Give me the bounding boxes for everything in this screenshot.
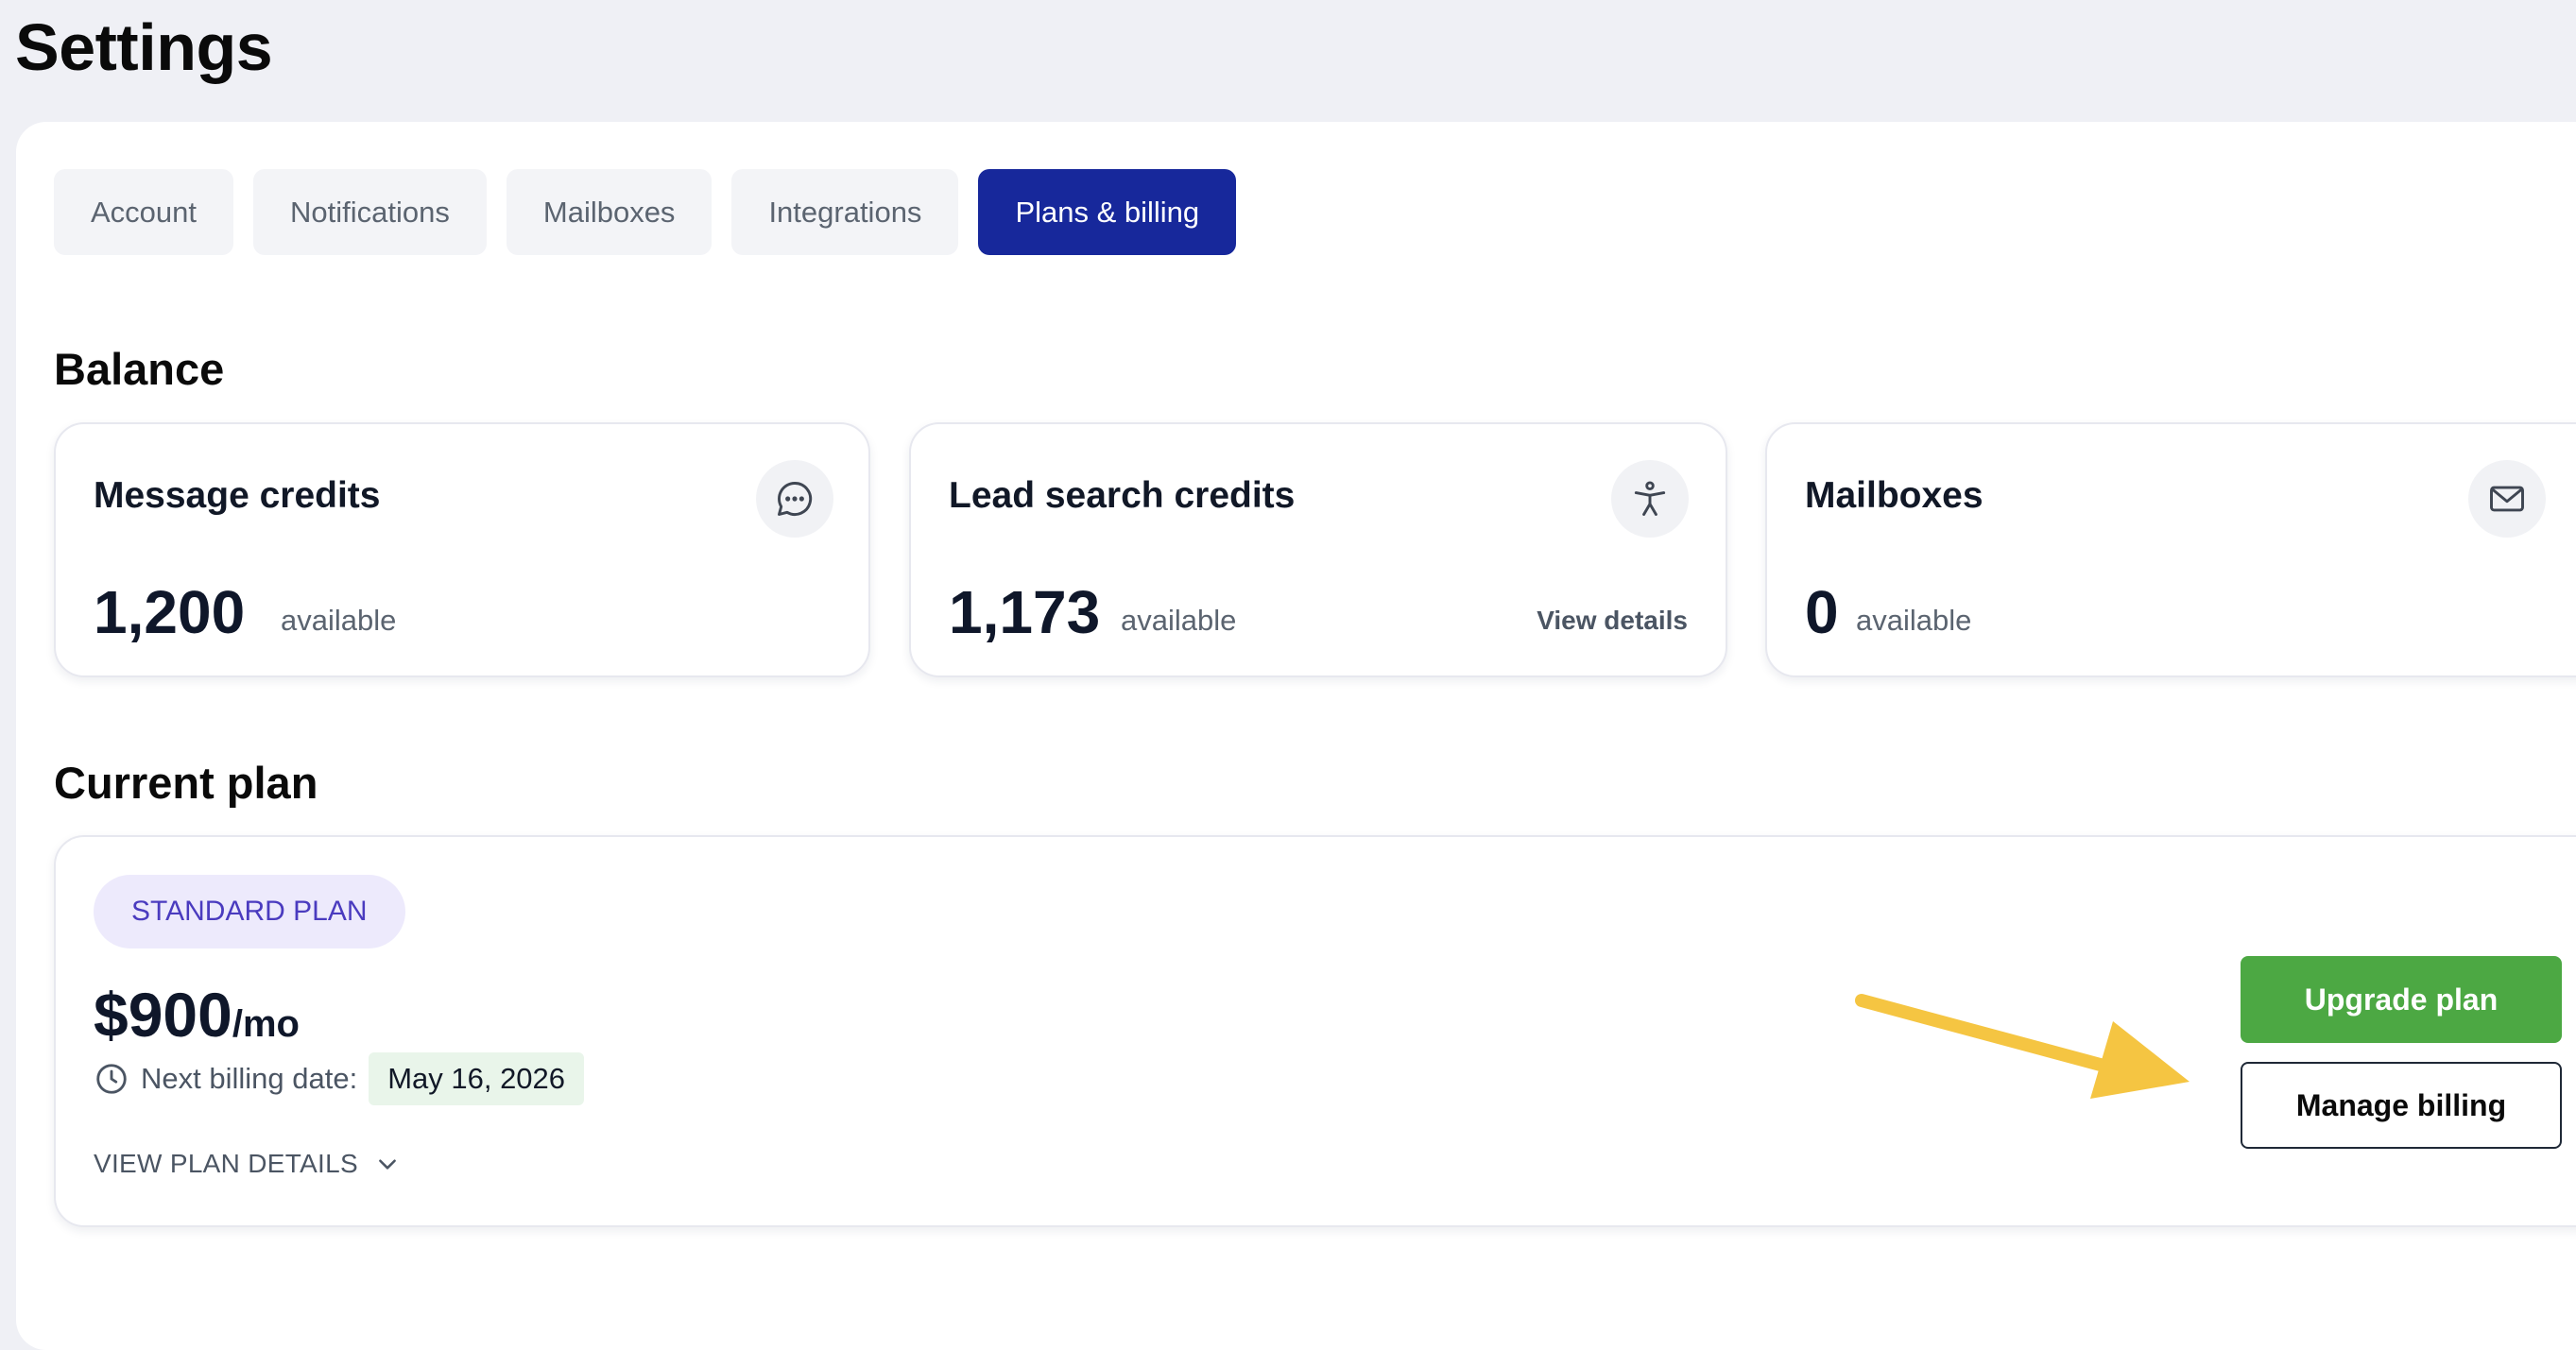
lead-search-credits-card: Lead search credits 1,173 available View… bbox=[909, 422, 1727, 677]
envelope-icon bbox=[2468, 460, 2546, 538]
credits-unit: available bbox=[281, 604, 397, 637]
view-plan-details-label: VIEW PLAN DETAILS bbox=[94, 1149, 358, 1178]
credits-value: 0 bbox=[1805, 578, 1839, 646]
tab-account[interactable]: Account bbox=[54, 169, 234, 255]
tab-integrations[interactable]: Integrations bbox=[731, 169, 959, 255]
next-billing-label: Next billing date: bbox=[141, 1062, 358, 1095]
chat-bubble-icon bbox=[756, 460, 833, 538]
clock-icon bbox=[96, 1064, 127, 1094]
view-plan-details-toggle[interactable]: VIEW PLAN DETAILS bbox=[94, 1149, 400, 1179]
plan-price: $900/mo bbox=[94, 979, 300, 1051]
page-title: Settings bbox=[15, 10, 273, 84]
credits-unit: available bbox=[1856, 604, 1972, 637]
price-period: /mo bbox=[232, 1003, 300, 1045]
view-details-link[interactable]: View details bbox=[1537, 606, 1688, 636]
tab-plans-billing[interactable]: Plans & billing bbox=[978, 169, 1237, 255]
credits-value: 1,200 bbox=[94, 578, 246, 646]
balance-heading: Balance bbox=[54, 344, 225, 394]
tab-notifications[interactable]: Notifications bbox=[253, 169, 487, 255]
chevron-down-icon bbox=[379, 1159, 396, 1170]
accessibility-person-icon bbox=[1611, 460, 1689, 538]
next-billing-row: Next billing date: May 16, 2026 bbox=[94, 1052, 585, 1105]
card-title: Mailboxes bbox=[1805, 475, 1984, 516]
next-billing-date: May 16, 2026 bbox=[369, 1052, 585, 1105]
credits-unit: available bbox=[1121, 604, 1237, 637]
settings-panel: Account Notifications Mailboxes Integrat… bbox=[16, 122, 2576, 1350]
annotation-arrow-icon bbox=[1855, 994, 2190, 1099]
plan-badge: STANDARD PLAN bbox=[94, 875, 405, 948]
upgrade-plan-button[interactable]: Upgrade plan bbox=[2241, 956, 2562, 1043]
tab-mailboxes[interactable]: Mailboxes bbox=[506, 169, 713, 255]
price-amount: $900 bbox=[94, 980, 232, 1050]
manage-billing-button[interactable]: Manage billing bbox=[2241, 1062, 2562, 1149]
mailboxes-card: Mailboxes 0 available bbox=[1765, 422, 2576, 677]
card-title: Message credits bbox=[94, 475, 381, 516]
settings-tabs: Account Notifications Mailboxes Integrat… bbox=[54, 169, 1237, 255]
credits-value: 1,173 bbox=[949, 578, 1101, 646]
message-credits-card: Message credits 1,200 available bbox=[54, 422, 870, 677]
card-title: Lead search credits bbox=[949, 475, 1296, 516]
current-plan-heading: Current plan bbox=[54, 758, 318, 808]
